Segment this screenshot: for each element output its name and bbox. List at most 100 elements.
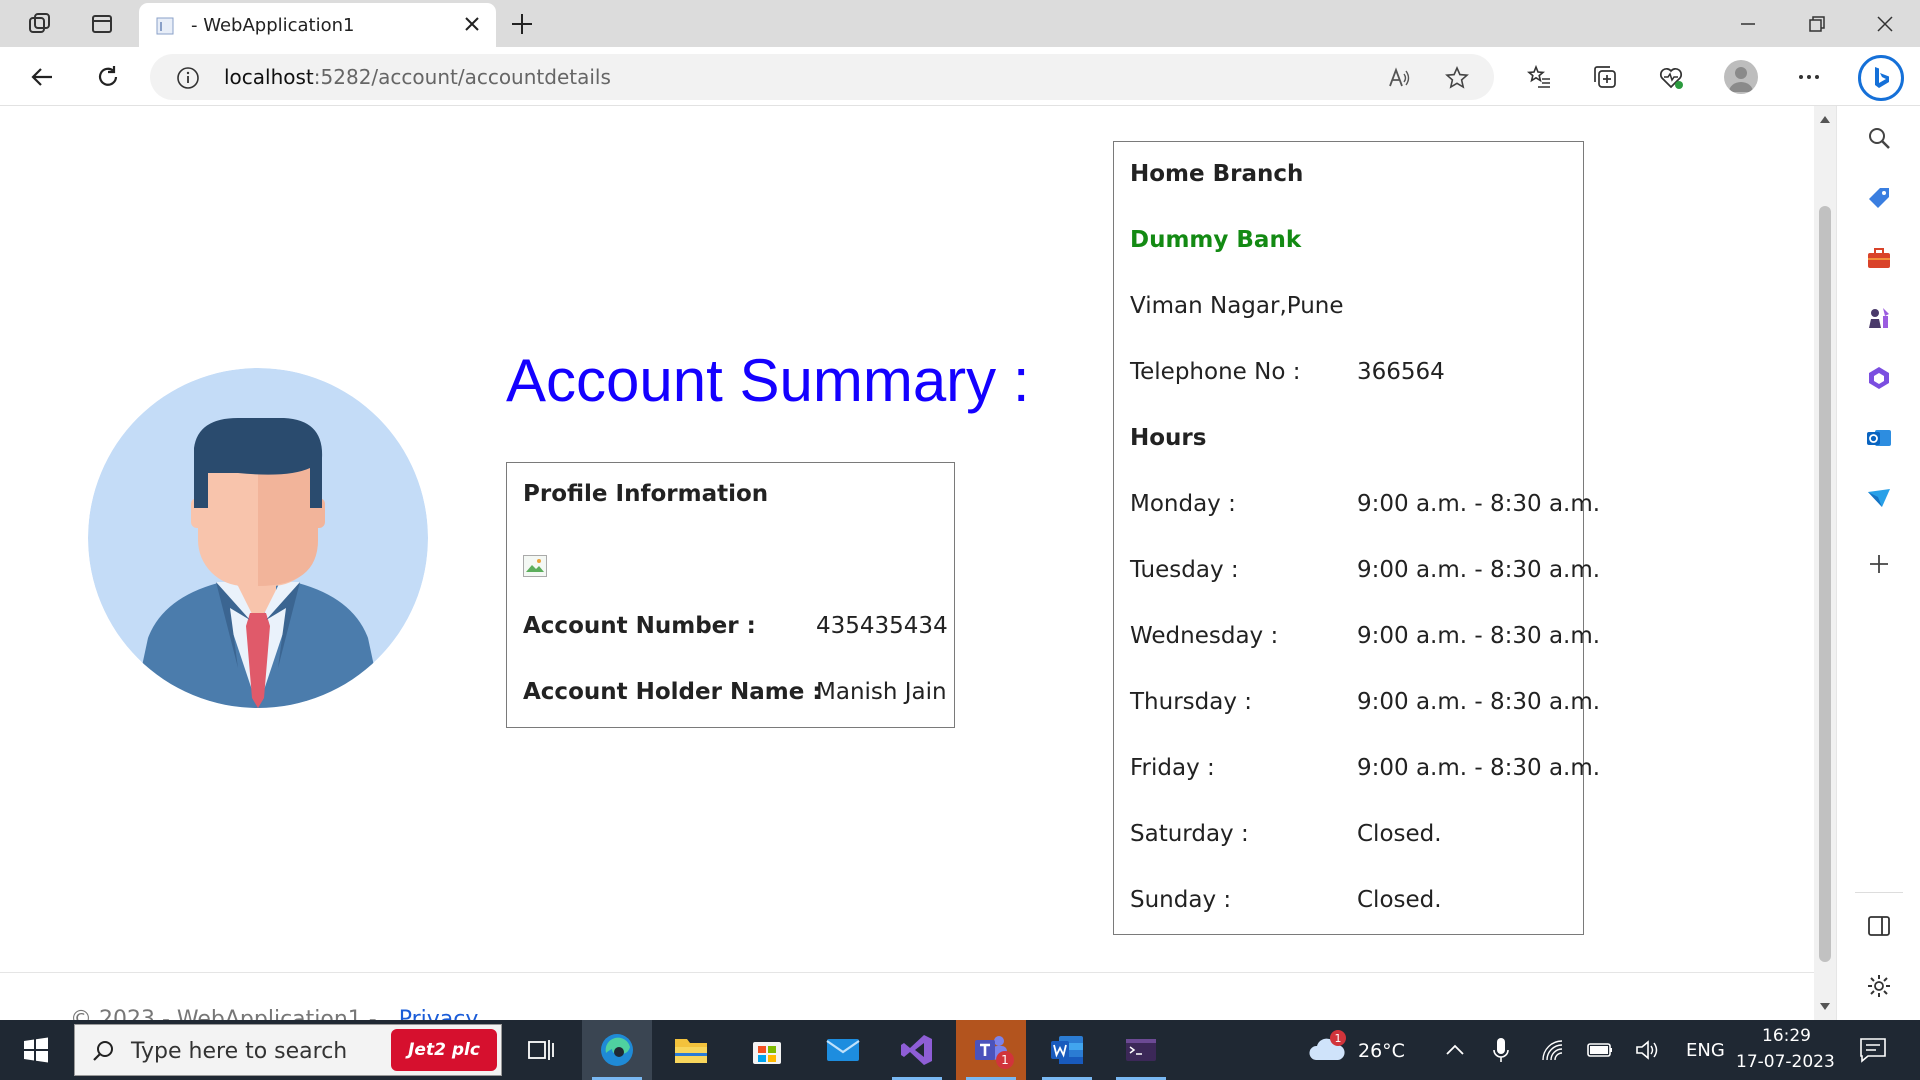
scroll-thumb[interactable] xyxy=(1819,206,1831,962)
footer-text: © 2023 - WebApplication1 - Privacy xyxy=(70,1007,478,1020)
weather-badge: 1 xyxy=(1330,1030,1346,1046)
browser-toolbar: localhost:5282/account/accountdetails xyxy=(0,47,1920,106)
bing-chat-button[interactable] xyxy=(1858,55,1904,101)
hours-time: Closed. xyxy=(1357,821,1442,847)
task-view-icon xyxy=(528,1040,554,1060)
favorites-icon[interactable] xyxy=(1526,64,1552,90)
network-icon[interactable] xyxy=(1540,1038,1566,1062)
profile-information-card: Profile Information Account Number : 435… xyxy=(506,462,955,728)
windows-logo-icon xyxy=(24,1037,48,1063)
clock-time[interactable]: 16:29 xyxy=(1762,1026,1811,1046)
scroll-up-icon[interactable] xyxy=(1819,114,1831,124)
tab-actions-icon[interactable] xyxy=(88,10,116,38)
close-window-icon[interactable] xyxy=(1871,10,1899,38)
home-branch-heading: Home Branch xyxy=(1130,161,1304,187)
account-number-label: Account Number : xyxy=(523,613,756,639)
input-language[interactable]: ENG xyxy=(1686,1040,1725,1061)
profile-heading: Profile Information xyxy=(523,481,769,507)
hours-time: 9:00 a.m. - 8:30 a.m. xyxy=(1357,557,1601,583)
favorite-star-icon[interactable] xyxy=(1444,65,1470,91)
telephone-value: 366564 xyxy=(1357,359,1445,385)
notifications-icon[interactable] xyxy=(1858,1036,1888,1064)
search-highlight-badge[interactable]: Jet2 plc xyxy=(391,1029,497,1071)
page-scrollbar[interactable] xyxy=(1814,106,1836,1020)
broken-image-icon xyxy=(523,555,547,577)
windows-taskbar: Type here to search Jet2 plc 1 1 26°C EN… xyxy=(0,1020,1920,1080)
hours-heading: Hours xyxy=(1130,425,1207,451)
restore-icon[interactable] xyxy=(1802,10,1830,38)
new-tab-icon[interactable] xyxy=(508,10,536,38)
url-text[interactable]: localhost:5282/account/accountdetails xyxy=(224,65,611,89)
battery-icon[interactable] xyxy=(1586,1040,1614,1060)
hours-day: Friday : xyxy=(1130,755,1215,781)
hours-day: Thursday : xyxy=(1130,689,1253,715)
word-taskbar-app[interactable] xyxy=(1032,1020,1102,1080)
active-tab[interactable]: - WebApplication1 xyxy=(139,3,496,47)
site-info-icon[interactable] xyxy=(176,66,200,90)
branch-location: Viman Nagar,Pune xyxy=(1130,293,1344,319)
add-icon[interactable] xyxy=(1865,550,1893,578)
teams-badge: 1 xyxy=(996,1051,1014,1069)
send-icon[interactable] xyxy=(1865,484,1893,512)
microphone-icon[interactable] xyxy=(1492,1036,1510,1064)
page-title: Account Summary : xyxy=(506,347,1030,414)
task-view-button[interactable] xyxy=(506,1020,576,1080)
mail-icon xyxy=(826,1039,860,1061)
shopping-tag-icon[interactable] xyxy=(1865,184,1893,212)
file-explorer-taskbar-app[interactable] xyxy=(656,1020,726,1080)
url-path: :5282/account/accountdetails xyxy=(313,65,611,89)
close-tab-icon[interactable] xyxy=(462,14,482,34)
workspaces-icon[interactable] xyxy=(26,10,54,38)
edge-sidebar xyxy=(1836,106,1920,1020)
search-icon xyxy=(93,1041,113,1061)
settings-gear-icon[interactable] xyxy=(1865,972,1893,1000)
outlook-icon[interactable] xyxy=(1865,424,1893,452)
hours-day: Sunday : xyxy=(1130,887,1232,913)
account-number-value: 435435434 xyxy=(816,613,948,639)
browser-essentials-icon[interactable] xyxy=(1658,64,1684,90)
browser-tab-strip: - WebApplication1 xyxy=(0,0,1920,47)
microsoft-365-icon[interactable] xyxy=(1865,364,1893,392)
home-branch-card: Home Branch Dummy Bank Viman Nagar,Pune … xyxy=(1113,141,1600,935)
terminal-taskbar-app[interactable] xyxy=(1106,1020,1176,1080)
search-placeholder: Type here to search xyxy=(131,1039,348,1064)
page-footer: © 2023 - WebApplication1 - Privacy xyxy=(0,972,1814,1020)
games-icon[interactable] xyxy=(1865,304,1893,332)
visual-studio-taskbar-app[interactable] xyxy=(882,1020,952,1080)
hours-day: Saturday : xyxy=(1130,821,1249,847)
hours-time: Closed. xyxy=(1357,887,1442,913)
refresh-button[interactable] xyxy=(92,61,124,93)
more-options-icon[interactable] xyxy=(1796,64,1822,90)
account-holder-value: Manish Jain xyxy=(816,679,947,705)
clock-date[interactable]: 17-07-2023 xyxy=(1736,1052,1835,1072)
weather-temperature[interactable]: 26°C xyxy=(1358,1040,1405,1062)
taskbar-search-box[interactable]: Type here to search Jet2 plc xyxy=(74,1024,502,1076)
collections-icon[interactable] xyxy=(1592,64,1618,90)
hours-day: Tuesday : xyxy=(1130,557,1239,583)
account-holder-label: Account Holder Name : xyxy=(523,679,822,705)
microsoft-store-taskbar-app[interactable] xyxy=(732,1020,802,1080)
hours-time: 9:00 a.m. - 8:30 a.m. xyxy=(1357,689,1601,715)
read-aloud-icon[interactable] xyxy=(1386,65,1412,91)
volume-icon[interactable] xyxy=(1634,1038,1660,1062)
search-icon[interactable] xyxy=(1865,124,1893,152)
minimize-icon[interactable] xyxy=(1734,10,1762,38)
word-icon xyxy=(1051,1036,1083,1064)
profile-avatar[interactable] xyxy=(1724,60,1758,94)
privacy-link[interactable]: Privacy xyxy=(399,1007,479,1020)
bank-name: Dummy Bank xyxy=(1130,227,1302,253)
teams-taskbar-app[interactable]: 1 xyxy=(956,1020,1026,1080)
back-button[interactable] xyxy=(26,61,58,93)
user-avatar-illustration xyxy=(88,368,428,708)
mail-taskbar-app[interactable] xyxy=(808,1020,878,1080)
hours-day: Wednesday : xyxy=(1130,623,1279,649)
start-button[interactable] xyxy=(10,1020,62,1080)
show-hidden-icons-icon[interactable] xyxy=(1444,1040,1466,1060)
terminal-icon xyxy=(1126,1039,1156,1061)
edge-taskbar-app[interactable] xyxy=(582,1020,652,1080)
tools-icon[interactable] xyxy=(1865,244,1893,272)
address-bar[interactable]: localhost:5282/account/accountdetails xyxy=(150,54,1494,100)
hours-time: 9:00 a.m. - 8:30 a.m. xyxy=(1357,623,1601,649)
scroll-down-icon[interactable] xyxy=(1819,1002,1831,1012)
hide-sidebar-icon[interactable] xyxy=(1865,912,1893,940)
